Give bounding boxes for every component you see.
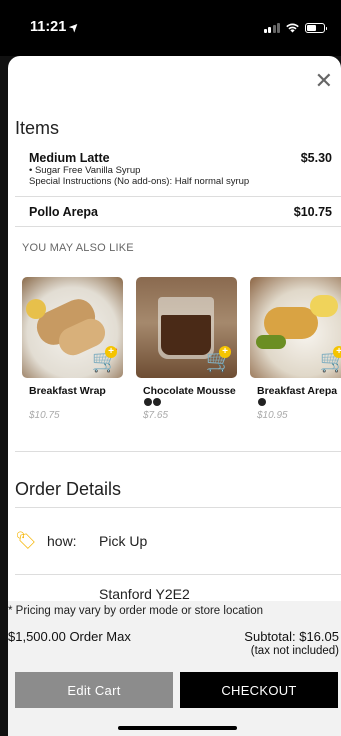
close-icon[interactable]: ✕ xyxy=(315,70,333,92)
recommendations-heading: YOU MAY ALSO LIKE xyxy=(22,242,134,254)
subtotal-block: Subtotal: $16.05 (tax not included) xyxy=(244,629,339,659)
order-max: $1,500.00 Order Max xyxy=(8,629,131,644)
cart-item[interactable]: Pollo Arepa $10.75 xyxy=(29,205,332,219)
item-name: Medium Latte xyxy=(29,151,110,165)
divider xyxy=(15,226,341,227)
subtotal: Subtotal: $16.05 xyxy=(244,629,339,644)
product-name: Breakfast Wrap xyxy=(29,385,106,397)
status-bar: 11:21➤ xyxy=(0,0,341,56)
recommendation-card[interactable]: 🛒 + Breakfast Wrap $10.75 xyxy=(22,277,123,421)
product-photo: 🛒 + xyxy=(136,277,237,378)
cart-footer: * Pricing may vary by order mode or stor… xyxy=(8,601,341,736)
location-value: Stanford Y2E2 xyxy=(99,586,190,602)
product-price: $7.65 xyxy=(143,410,169,421)
item-price: $10.75 xyxy=(293,205,332,219)
status-icons xyxy=(263,22,327,33)
item-modifier: • Sugar Free Vanilla Syrup xyxy=(29,165,141,176)
divider xyxy=(15,451,341,452)
battery-icon xyxy=(305,22,327,33)
order-mode-row[interactable]: 🏷 how: Pick Up xyxy=(15,531,341,550)
product-photo: 🛒 + xyxy=(22,277,123,378)
divider xyxy=(15,507,341,508)
add-to-cart-icon[interactable]: 🛒 + xyxy=(320,346,341,372)
items-heading: Items xyxy=(15,118,60,138)
divider xyxy=(15,574,341,575)
recommendation-card[interactable]: 🛒 + Chocolate Mousse $7.65 xyxy=(136,277,237,421)
tag-icon: 🏷 xyxy=(15,531,37,550)
location-row[interactable]: Stanford Y2E2 xyxy=(15,586,341,602)
recommendation-card[interactable]: 🛒 + Breakfast Arepa $10.95 xyxy=(250,277,341,421)
item-instructions: Special Instructions (No add-ons): Half … xyxy=(29,176,250,187)
recommendations-carousel[interactable]: 🛒 + Breakfast Wrap $10.75 🛒 + Chocolate Mo… xyxy=(22,277,341,437)
wifi-icon xyxy=(286,23,299,33)
edit-cart-button[interactable]: Edit Cart xyxy=(15,672,173,708)
divider xyxy=(15,196,341,197)
order-mode-value: Pick Up xyxy=(99,533,148,549)
product-name: Chocolate Mousse xyxy=(136,386,237,408)
order-mode-label: how: xyxy=(47,533,77,549)
item-name: Pollo Arepa xyxy=(29,205,98,219)
cart-item[interactable]: Medium Latte $5.30 • Sugar Free Vanilla … xyxy=(29,151,332,187)
status-time: 11:21➤ xyxy=(30,18,83,35)
product-price: $10.75 xyxy=(29,410,60,421)
pricing-note: * Pricing may vary by order mode or stor… xyxy=(8,605,264,617)
tax-note: (tax not included) xyxy=(250,645,339,657)
home-indicator xyxy=(118,726,237,730)
checkout-button[interactable]: CHECKOUT xyxy=(180,672,338,708)
add-to-cart-icon[interactable]: 🛒 + xyxy=(92,346,119,372)
cart-sheet: ✕ Items Medium Latte $5.30 • Sugar Free … xyxy=(8,56,341,736)
location-arrow-icon: ➤ xyxy=(65,18,83,36)
add-to-cart-icon[interactable]: 🛒 + xyxy=(206,346,233,372)
cellular-signal-icon xyxy=(263,22,280,33)
vegan-icon xyxy=(144,398,152,407)
order-details-heading: Order Details xyxy=(15,479,122,499)
gluten-free-icon xyxy=(153,398,161,407)
product-photo: 🛒 + xyxy=(250,277,341,378)
product-name: Breakfast Arepa xyxy=(250,386,341,408)
gluten-free-icon xyxy=(258,398,266,407)
clock-text: 11:21 xyxy=(30,19,67,35)
product-price: $10.95 xyxy=(257,410,288,421)
item-price: $5.30 xyxy=(300,151,332,165)
